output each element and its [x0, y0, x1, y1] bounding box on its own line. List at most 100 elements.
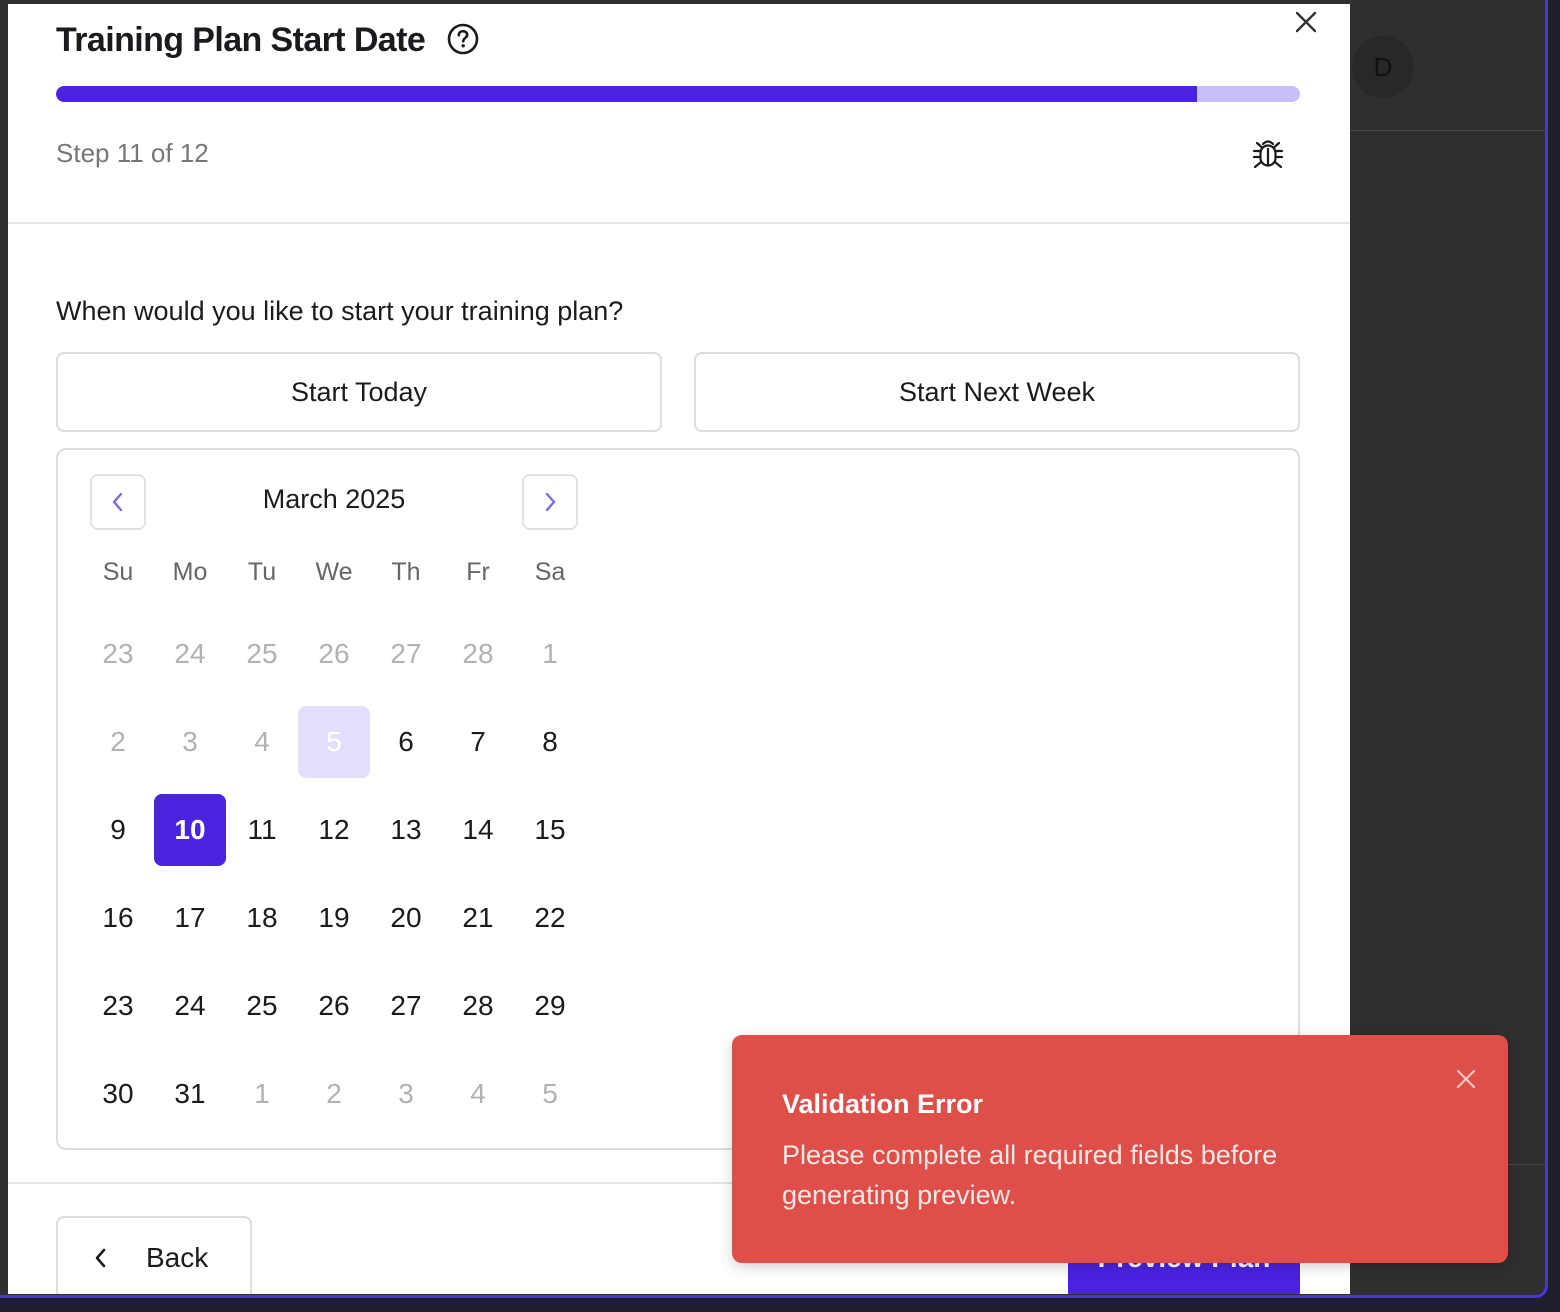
calendar-day-number: 10	[154, 794, 226, 866]
calendar-day[interactable]: 23	[82, 610, 154, 698]
calendar-day-number: 27	[390, 638, 422, 669]
calendar-day-number: 2	[110, 726, 126, 757]
chevron-left-icon	[95, 1248, 106, 1268]
calendar-day[interactable]: 6	[370, 698, 442, 786]
chevron-right-icon	[545, 492, 556, 512]
month-label: March 2025	[262, 484, 406, 514]
calendar-day-number: 5	[298, 706, 370, 778]
calendar-day[interactable]: 1	[226, 1050, 298, 1138]
calendar-day-number: 24	[174, 638, 206, 669]
calendar-day[interactable]: 26	[298, 610, 370, 698]
calendar-day-number: 3	[398, 1078, 414, 1109]
calendar-day[interactable]: 14	[442, 786, 514, 874]
close-icon	[1456, 1069, 1476, 1089]
calendar-day[interactable]: 24	[154, 962, 226, 1050]
calendar-day-number: 22	[534, 902, 566, 933]
calendar-day[interactable]: 4	[442, 1050, 514, 1138]
avatar[interactable]: D	[1352, 36, 1414, 98]
calendar-day-number: 24	[174, 990, 206, 1021]
calendar-day[interactable]: 29	[514, 962, 586, 1050]
toast-close-button[interactable]	[1450, 1063, 1482, 1095]
calendar-day[interactable]: 22	[514, 874, 586, 962]
calendar-day-number: 26	[318, 638, 350, 669]
calendar-day[interactable]: 27	[370, 610, 442, 698]
calendar-day[interactable]: 18	[226, 874, 298, 962]
calendar-day[interactable]: 25	[226, 610, 298, 698]
calendar-day-number: 3	[182, 726, 198, 757]
calendar-day[interactable]: 16	[82, 874, 154, 962]
calendar-day[interactable]: 23	[82, 962, 154, 1050]
calendar-day[interactable]: 17	[154, 874, 226, 962]
next-month-button[interactable]	[522, 474, 578, 530]
calendar-day[interactable]: 24	[154, 610, 226, 698]
weekday-label: Th	[391, 558, 421, 586]
calendar-day-today[interactable]: 5	[298, 698, 370, 786]
help-icon[interactable]	[446, 22, 480, 56]
calendar-day-selected[interactable]: 10	[154, 786, 226, 874]
calendar-day[interactable]: 30	[82, 1050, 154, 1138]
previous-month-button[interactable]	[90, 474, 146, 530]
calendar-day-number: 21	[462, 902, 494, 933]
calendar-day[interactable]: 3	[370, 1050, 442, 1138]
calendar-day[interactable]: 28	[442, 962, 514, 1050]
weekday-label: Sa	[534, 558, 566, 586]
calendar-day-number: 15	[534, 814, 566, 845]
calendar-day[interactable]: 15	[514, 786, 586, 874]
toast-message: Please complete all required fields befo…	[782, 1140, 1278, 1210]
calendar-day-number: 2	[326, 1078, 342, 1109]
calendar-day-number: 1	[254, 1078, 270, 1109]
calendar-day[interactable]: 25	[226, 962, 298, 1050]
calendar-day-number: 29	[534, 990, 566, 1021]
calendar-day[interactable]: 9	[82, 786, 154, 874]
calendar-day[interactable]: 13	[370, 786, 442, 874]
weekday-label: Tu	[247, 558, 277, 586]
calendar-day[interactable]: 2	[82, 698, 154, 786]
calendar-day[interactable]: 5	[514, 1050, 586, 1138]
calendar-day-number: 27	[390, 990, 422, 1021]
calendar-day-number: 25	[246, 990, 278, 1021]
progress-fill	[56, 86, 1197, 102]
calendar-day-number: 16	[102, 902, 134, 933]
chevron-left-icon	[112, 492, 123, 512]
calendar-day[interactable]: 8	[514, 698, 586, 786]
day-grid: 23 24 25 26 27 28 1 2 3 4 5 6 7 8 9 10 11 12 13 14 15 16 17 18 1…	[82, 610, 586, 1138]
close-icon	[1295, 11, 1317, 33]
calendar-day-number: 4	[254, 726, 270, 757]
validation-error-toast: Validation Error Please complete all req…	[732, 1035, 1508, 1263]
calendar-day[interactable]: 3	[154, 698, 226, 786]
calendar-day-number: 7	[470, 726, 486, 757]
calendar-day-number: 18	[246, 902, 278, 933]
calendar-day[interactable]: 2	[298, 1050, 370, 1138]
calendar-day[interactable]: 4	[226, 698, 298, 786]
start-next-week-button[interactable]: Start Next Week	[694, 352, 1300, 432]
calendar-day[interactable]: 21	[442, 874, 514, 962]
calendar-day-number: 28	[462, 638, 494, 669]
weekday-label: Mo	[172, 558, 208, 586]
background-header-divider	[1350, 130, 1545, 131]
calendar-day-number: 28	[462, 990, 494, 1021]
start-today-button[interactable]: Start Today	[56, 352, 662, 432]
weekday-label: Fr	[466, 558, 490, 586]
calendar-day-number: 9	[110, 814, 126, 845]
calendar-day-number: 8	[542, 726, 558, 757]
calendar-day[interactable]: 27	[370, 962, 442, 1050]
back-button[interactable]: Back	[56, 1216, 252, 1294]
bug-icon[interactable]	[1248, 134, 1288, 174]
calendar-day-number: 1	[542, 638, 558, 669]
calendar-day[interactable]: 26	[298, 962, 370, 1050]
header-divider	[8, 222, 1350, 224]
calendar-day[interactable]: 28	[442, 610, 514, 698]
calendar-day-number: 14	[462, 814, 494, 845]
calendar-day[interactable]: 20	[370, 874, 442, 962]
calendar-day[interactable]: 11	[226, 786, 298, 874]
calendar-day[interactable]: 7	[442, 698, 514, 786]
calendar-day[interactable]: 19	[298, 874, 370, 962]
calendar-day-number: 23	[102, 990, 134, 1021]
close-modal-button[interactable]	[1286, 4, 1326, 40]
calendar-day-number: 26	[318, 990, 350, 1021]
toast-title: Validation Error	[782, 1089, 984, 1119]
calendar-day-number: 25	[246, 638, 278, 669]
calendar-day[interactable]: 1	[514, 610, 586, 698]
calendar-day[interactable]: 31	[154, 1050, 226, 1138]
calendar-day[interactable]: 12	[298, 786, 370, 874]
